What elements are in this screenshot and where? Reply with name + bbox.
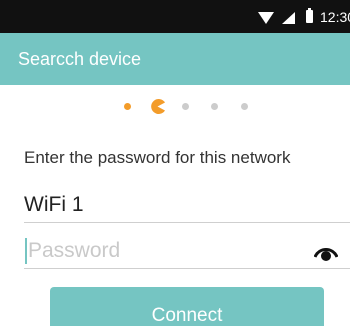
step-dot-5 <box>241 103 248 110</box>
network-divider <box>24 222 350 223</box>
step-dot-3 <box>182 103 189 110</box>
password-input[interactable] <box>24 234 350 268</box>
text-cursor <box>25 238 27 264</box>
status-bar: 12:30 <box>0 0 350 33</box>
page-title: Searcch device <box>18 49 142 69</box>
app-bar: Searcch device <box>0 33 350 85</box>
eye-icon[interactable] <box>314 244 338 262</box>
step-indicator <box>0 97 350 117</box>
step-dot-1 <box>124 103 131 110</box>
signal-icon <box>282 12 295 24</box>
battery-icon <box>306 8 313 23</box>
wifi-icon <box>258 12 274 24</box>
step-dot-4 <box>211 103 218 110</box>
network-name: WiFi 1 <box>24 193 84 216</box>
password-prompt: Enter the password for this network <box>24 148 291 167</box>
password-divider <box>24 268 350 269</box>
connect-button[interactable]: Connect <box>50 287 324 326</box>
status-time: 12:30 <box>320 9 350 25</box>
step-dot-current <box>151 99 165 114</box>
